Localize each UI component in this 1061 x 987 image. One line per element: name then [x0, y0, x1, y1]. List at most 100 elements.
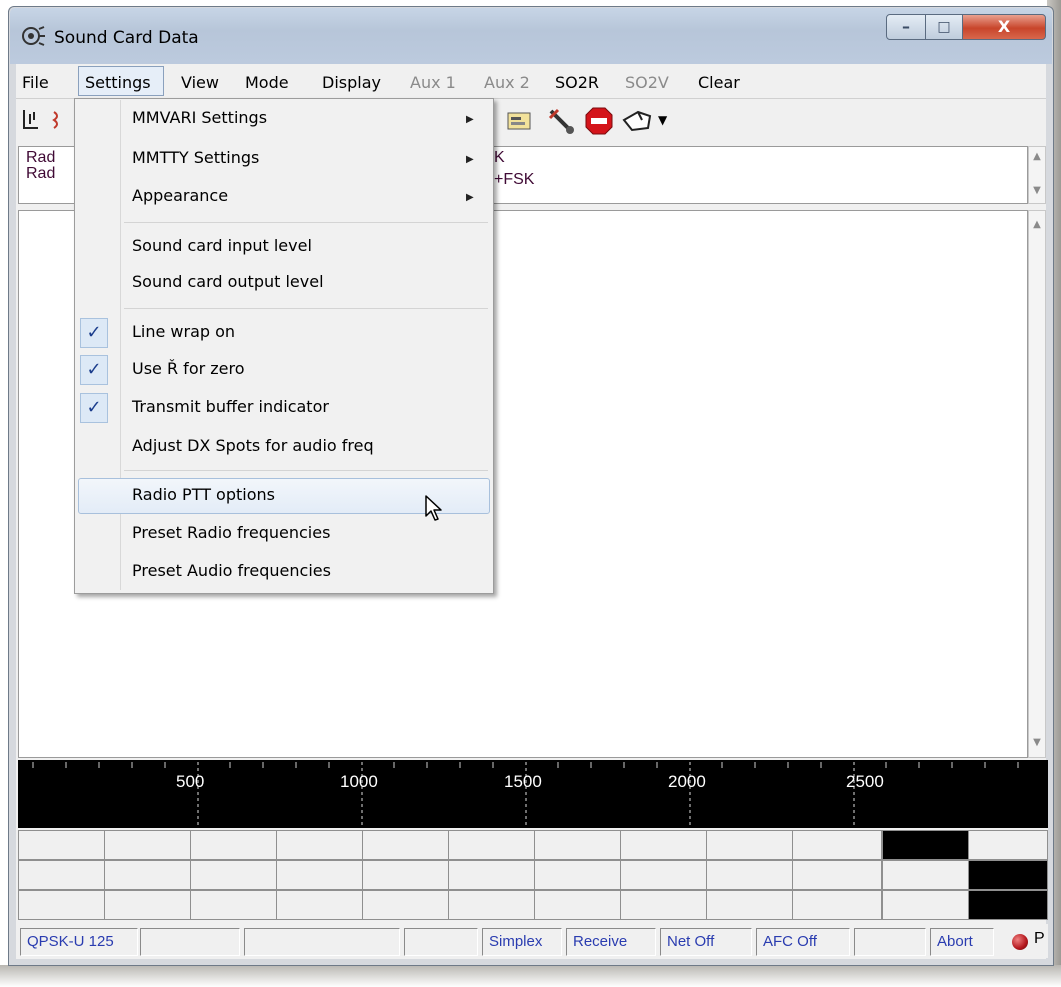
macro-button[interactable] [448, 890, 535, 920]
tx-icon[interactable] [48, 106, 68, 134]
close-button[interactable]: X [962, 14, 1046, 40]
menu-separator [124, 470, 488, 471]
menu-item-appearance[interactable]: Appearance [132, 186, 228, 205]
macro-button[interactable] [792, 860, 882, 890]
menu-clear[interactable]: Clear [698, 73, 740, 92]
menu-aux2[interactable]: Aux 2 [484, 73, 530, 92]
status-receive[interactable]: Receive [566, 928, 656, 956]
macro-button[interactable] [104, 830, 191, 860]
macro-button[interactable] [534, 860, 621, 890]
macro-button[interactable] [104, 860, 191, 890]
desktop-edge-bottom [0, 965, 1061, 987]
menu-aux1[interactable]: Aux 1 [410, 73, 456, 92]
status-empty-3 [404, 928, 478, 956]
macro-button[interactable] [792, 890, 882, 920]
status-net[interactable]: Net Off [660, 928, 752, 956]
menu-so2v[interactable]: SO2V [625, 73, 669, 92]
menu-so2r[interactable]: SO2R [555, 73, 599, 92]
macro-button[interactable] [792, 830, 882, 860]
macro-button[interactable] [706, 860, 793, 890]
macro-button[interactable] [362, 860, 449, 890]
macro-button[interactable] [18, 890, 105, 920]
macro-button[interactable] [968, 830, 1048, 860]
check-icon: ✓ [80, 318, 108, 348]
macro-button[interactable] [706, 890, 793, 920]
macro-button[interactable] [706, 830, 793, 860]
waterfall-display[interactable] [18, 760, 1048, 828]
top-panel-line-2-left: Rad [26, 165, 56, 182]
status-duplex[interactable]: Simplex [482, 928, 562, 956]
dropdown-arrow-icon[interactable]: ▼ [658, 108, 674, 132]
macro-button[interactable] [276, 830, 363, 860]
macro-button[interactable] [534, 890, 621, 920]
menu-item-tx-buffer-indicator[interactable]: Transmit buffer indicator [132, 397, 329, 416]
macro-button[interactable] [18, 860, 105, 890]
macro-button[interactable] [448, 860, 535, 890]
macro-button[interactable] [882, 860, 969, 890]
menu-file[interactable]: File [22, 73, 49, 92]
menu-item-line-wrap[interactable]: Line wrap on [132, 322, 235, 341]
menu-item-mmvari-settings[interactable]: MMVARI Settings [132, 108, 267, 127]
macro-button[interactable] [882, 830, 969, 860]
menu-item-preset-audio-freqs[interactable]: Preset Audio frequencies [132, 561, 331, 580]
menu-item-output-level[interactable]: Sound card output level [132, 272, 324, 291]
menu-item-adjust-dx-spots[interactable]: Adjust DX Spots for audio freq [132, 436, 374, 455]
maximize-button[interactable]: □ [925, 14, 963, 40]
ptt-indicator-icon [1012, 934, 1028, 950]
macro-button[interactable] [534, 830, 621, 860]
menu-item-preset-radio-freqs[interactable]: Preset Radio frequencies [132, 523, 330, 542]
macro-button[interactable] [190, 890, 277, 920]
macro-button[interactable] [620, 860, 707, 890]
macro-button[interactable] [104, 890, 191, 920]
scroll-down-icon[interactable]: ▼ [1029, 185, 1045, 196]
submenu-arrow-icon: ▶ [466, 114, 474, 125]
macro-button[interactable] [882, 890, 969, 920]
minimize-button[interactable]: – [886, 14, 926, 40]
menu-gutter-divider [120, 100, 121, 590]
check-icon: ✓ [80, 393, 108, 423]
waterfall-scale [32, 762, 1019, 826]
menu-item-radio-ptt-options[interactable]: Radio PTT options [132, 485, 275, 504]
window-title: Sound Card Data [54, 28, 199, 48]
stop-icon[interactable] [584, 106, 614, 136]
top-panel-scrollbar[interactable]: ▲ ▼ [1028, 146, 1046, 204]
menu-settings[interactable]: Settings [85, 73, 151, 92]
check-icon: ✓ [80, 355, 108, 385]
abort-button[interactable]: Abort [930, 928, 994, 956]
macro-button[interactable] [362, 890, 449, 920]
status-mode[interactable]: QPSK-U 125 [20, 928, 138, 956]
waterfall-tick-500: 500 [176, 772, 205, 791]
card-icon[interactable] [505, 108, 533, 134]
menu-item-input-level[interactable]: Sound card input level [132, 236, 312, 255]
macro-button[interactable] [190, 830, 277, 860]
menu-display[interactable]: Display [322, 73, 381, 92]
hand-pointer-icon[interactable] [620, 106, 654, 136]
menu-item-zero-char[interactable]: Use Ř for zero [132, 359, 245, 378]
scroll-up-icon[interactable]: ▲ [1029, 219, 1045, 230]
macro-button[interactable] [190, 860, 277, 890]
macro-button[interactable] [276, 890, 363, 920]
top-panel-line-2-right: +FSK [494, 171, 535, 188]
macro-button[interactable] [276, 860, 363, 890]
menu-view[interactable]: View [181, 73, 219, 92]
scroll-down-icon[interactable]: ▼ [1029, 737, 1045, 748]
rx-antenna-icon[interactable] [20, 106, 44, 134]
macro-button[interactable] [448, 830, 535, 860]
menu-item-mmtty-settings[interactable]: MMTTY Settings [132, 148, 259, 167]
macro-button[interactable] [620, 890, 707, 920]
macro-button[interactable] [362, 830, 449, 860]
app-logo-icon-svg [22, 26, 45, 46]
mouse-cursor-icon [424, 494, 444, 524]
status-afc[interactable]: AFC Off [756, 928, 850, 956]
macro-button[interactable] [18, 830, 105, 860]
menu-mode[interactable]: Mode [245, 73, 289, 92]
minimize-icon: – [902, 17, 910, 36]
receive-area-scrollbar[interactable]: ▲ ▼ [1028, 210, 1046, 758]
app-logo-icon[interactable] [20, 24, 46, 48]
scroll-up-icon[interactable]: ▲ [1029, 151, 1045, 162]
macro-button[interactable] [968, 860, 1048, 890]
macro-button[interactable] [620, 830, 707, 860]
top-panel-line-1-right: K [494, 149, 505, 166]
macro-button[interactable] [968, 890, 1048, 920]
tools-icon[interactable] [546, 106, 576, 136]
